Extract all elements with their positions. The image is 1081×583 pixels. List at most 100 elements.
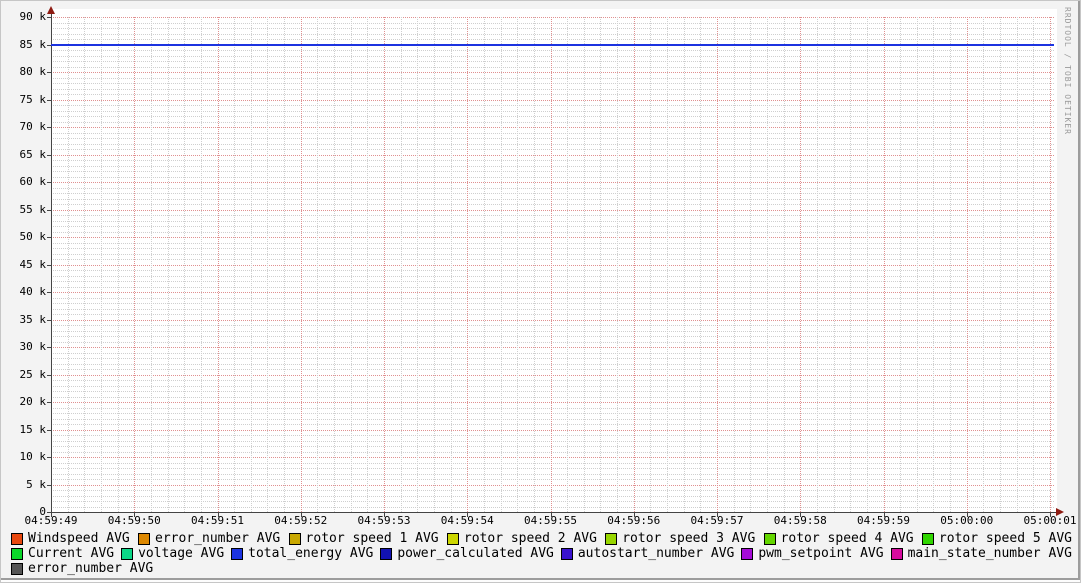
grid-line-v	[983, 17, 985, 512]
y-axis-label: 35 k	[19, 312, 47, 326]
grid-line-v	[533, 17, 535, 512]
grid-line-v	[483, 17, 485, 512]
y-axis-label: 10 k	[19, 450, 47, 463]
y-axis-tick	[47, 457, 51, 458]
grid-line-v	[433, 17, 435, 512]
legend-item: total_energy AVG	[231, 547, 373, 560]
grid-line-v	[617, 17, 619, 512]
grid-line-v	[450, 17, 452, 512]
grid-line-v	[250, 17, 252, 512]
legend-label: total_energy AVG	[248, 546, 374, 561]
y-axis-tick	[47, 264, 51, 266]
y-axis-label: 45 k	[19, 257, 47, 271]
grid-line-v	[1016, 17, 1018, 512]
grid-line-v	[217, 17, 219, 512]
grid-line-v	[150, 17, 152, 512]
y-axis-tick	[47, 127, 51, 128]
y-axis-arrow-icon	[47, 6, 55, 14]
legend-color-swatch	[231, 547, 244, 560]
grid-line-v	[67, 17, 69, 512]
y-axis-label: 70 k	[19, 120, 47, 133]
x-axis	[47, 512, 1057, 513]
grid-line-v	[816, 17, 818, 512]
grid-line-v	[717, 17, 718, 512]
data-line-total-energy	[51, 43, 1054, 46]
grid-line-v	[733, 17, 735, 512]
grid-line-v	[300, 17, 302, 512]
grid-line-v	[833, 17, 835, 512]
legend-color-swatch	[11, 562, 23, 575]
y-axis-tick	[47, 429, 51, 431]
grid-line-v	[966, 17, 968, 512]
grid-line-v	[467, 17, 469, 512]
grid-line-v	[417, 17, 419, 512]
legend-item: autostart_number AVG	[560, 546, 735, 561]
legend-label: autostart_number AVG	[577, 546, 735, 561]
grid-line-v	[750, 17, 752, 512]
grid-line-v	[600, 17, 602, 512]
grid-line-v	[384, 17, 385, 512]
legend-label: rotor speed 1 AVG	[305, 531, 439, 546]
legend-label: rotor speed 5 AVG	[938, 531, 1072, 546]
legend-label: rotor speed 2 AVG	[463, 531, 597, 546]
grid-line-v	[950, 17, 952, 512]
grid-line-v	[200, 17, 202, 512]
grid-line-v	[700, 17, 702, 512]
y-axis-tick	[47, 237, 51, 238]
grid-line-v	[567, 17, 569, 512]
grid-line-v	[1033, 17, 1035, 512]
x-axis-label: 04:59:56	[607, 514, 661, 527]
y-axis	[51, 9, 52, 512]
y-axis-label: 40 k	[19, 285, 47, 298]
grid-line-v	[334, 17, 336, 512]
legend-item: Windspeed AVG	[11, 532, 130, 545]
grid-line-v	[84, 17, 86, 512]
legend-item: main_state_number AVG	[890, 546, 1072, 561]
rrdtool-graph-window: 90 k 85 k 80 k 75 k 70 k 65 k 60 k 55 k 50 k 45 k…	[0, 0, 1081, 583]
y-axis-label: 25 k	[19, 367, 47, 381]
legend-item: pwm_setpoint AVG	[741, 547, 884, 560]
x-axis-label: 04:59:58	[773, 514, 827, 527]
legend-item: Current AVG	[11, 547, 114, 560]
legend-color-swatch	[605, 532, 618, 545]
y-axis-label: 75 k	[19, 92, 47, 106]
legend-item: power_calculated AVG	[380, 547, 554, 560]
grid-line-v	[783, 17, 785, 512]
y-axis-tick	[47, 402, 51, 403]
rrdtool-signature: RRDTOOL / TOBI OETIKER	[1063, 7, 1072, 135]
grid-line-v	[683, 17, 685, 512]
grid-line-v	[167, 17, 169, 512]
x-axis-label: 04:59:54	[440, 514, 494, 527]
y-axis-tick	[47, 374, 51, 376]
y-axis-tick	[47, 72, 51, 73]
x-axis-label: 04:59:55	[524, 514, 577, 527]
y-axis-label: 15 k	[19, 422, 47, 436]
legend-color-swatch	[380, 547, 393, 560]
y-axis-label: 20 k	[19, 395, 47, 408]
legend-label: main_state_number AVG	[907, 546, 1072, 561]
y-axis-tick	[47, 319, 51, 321]
grid-line-v	[900, 17, 902, 512]
y-axis-tick	[47, 292, 51, 293]
x-axis-label: 04:59:59	[857, 514, 910, 527]
legend-item: rotor speed 3 AVG	[605, 532, 755, 545]
grid-line-v	[317, 17, 319, 512]
legend-item: rotor speed 2 AVG	[446, 531, 597, 546]
y-axis-tick	[47, 209, 51, 211]
grid-line-v	[517, 17, 519, 512]
grid-line-v	[500, 17, 502, 512]
y-axis-label: 30 k	[19, 340, 47, 353]
y-axis-label: 65 k	[19, 147, 47, 161]
legend-color-swatch	[138, 532, 151, 545]
legend-label: Current AVG	[28, 546, 115, 561]
grid-line-v	[267, 17, 269, 512]
x-axis-label: 05:00:00	[940, 514, 994, 527]
legend-label: error_number AVG	[28, 561, 154, 576]
legend-color-swatch	[921, 532, 934, 545]
legend-item: voltage AVG	[121, 547, 224, 560]
legend-row: Windspeed AVG error_number AVG rotor speed…	[11, 532, 1072, 545]
legend-item: rotor speed 4 AVG	[763, 532, 914, 545]
legend-label: power_calculated AVG	[397, 546, 554, 561]
grid-line-v	[367, 17, 369, 512]
grid-line-v	[400, 17, 402, 512]
